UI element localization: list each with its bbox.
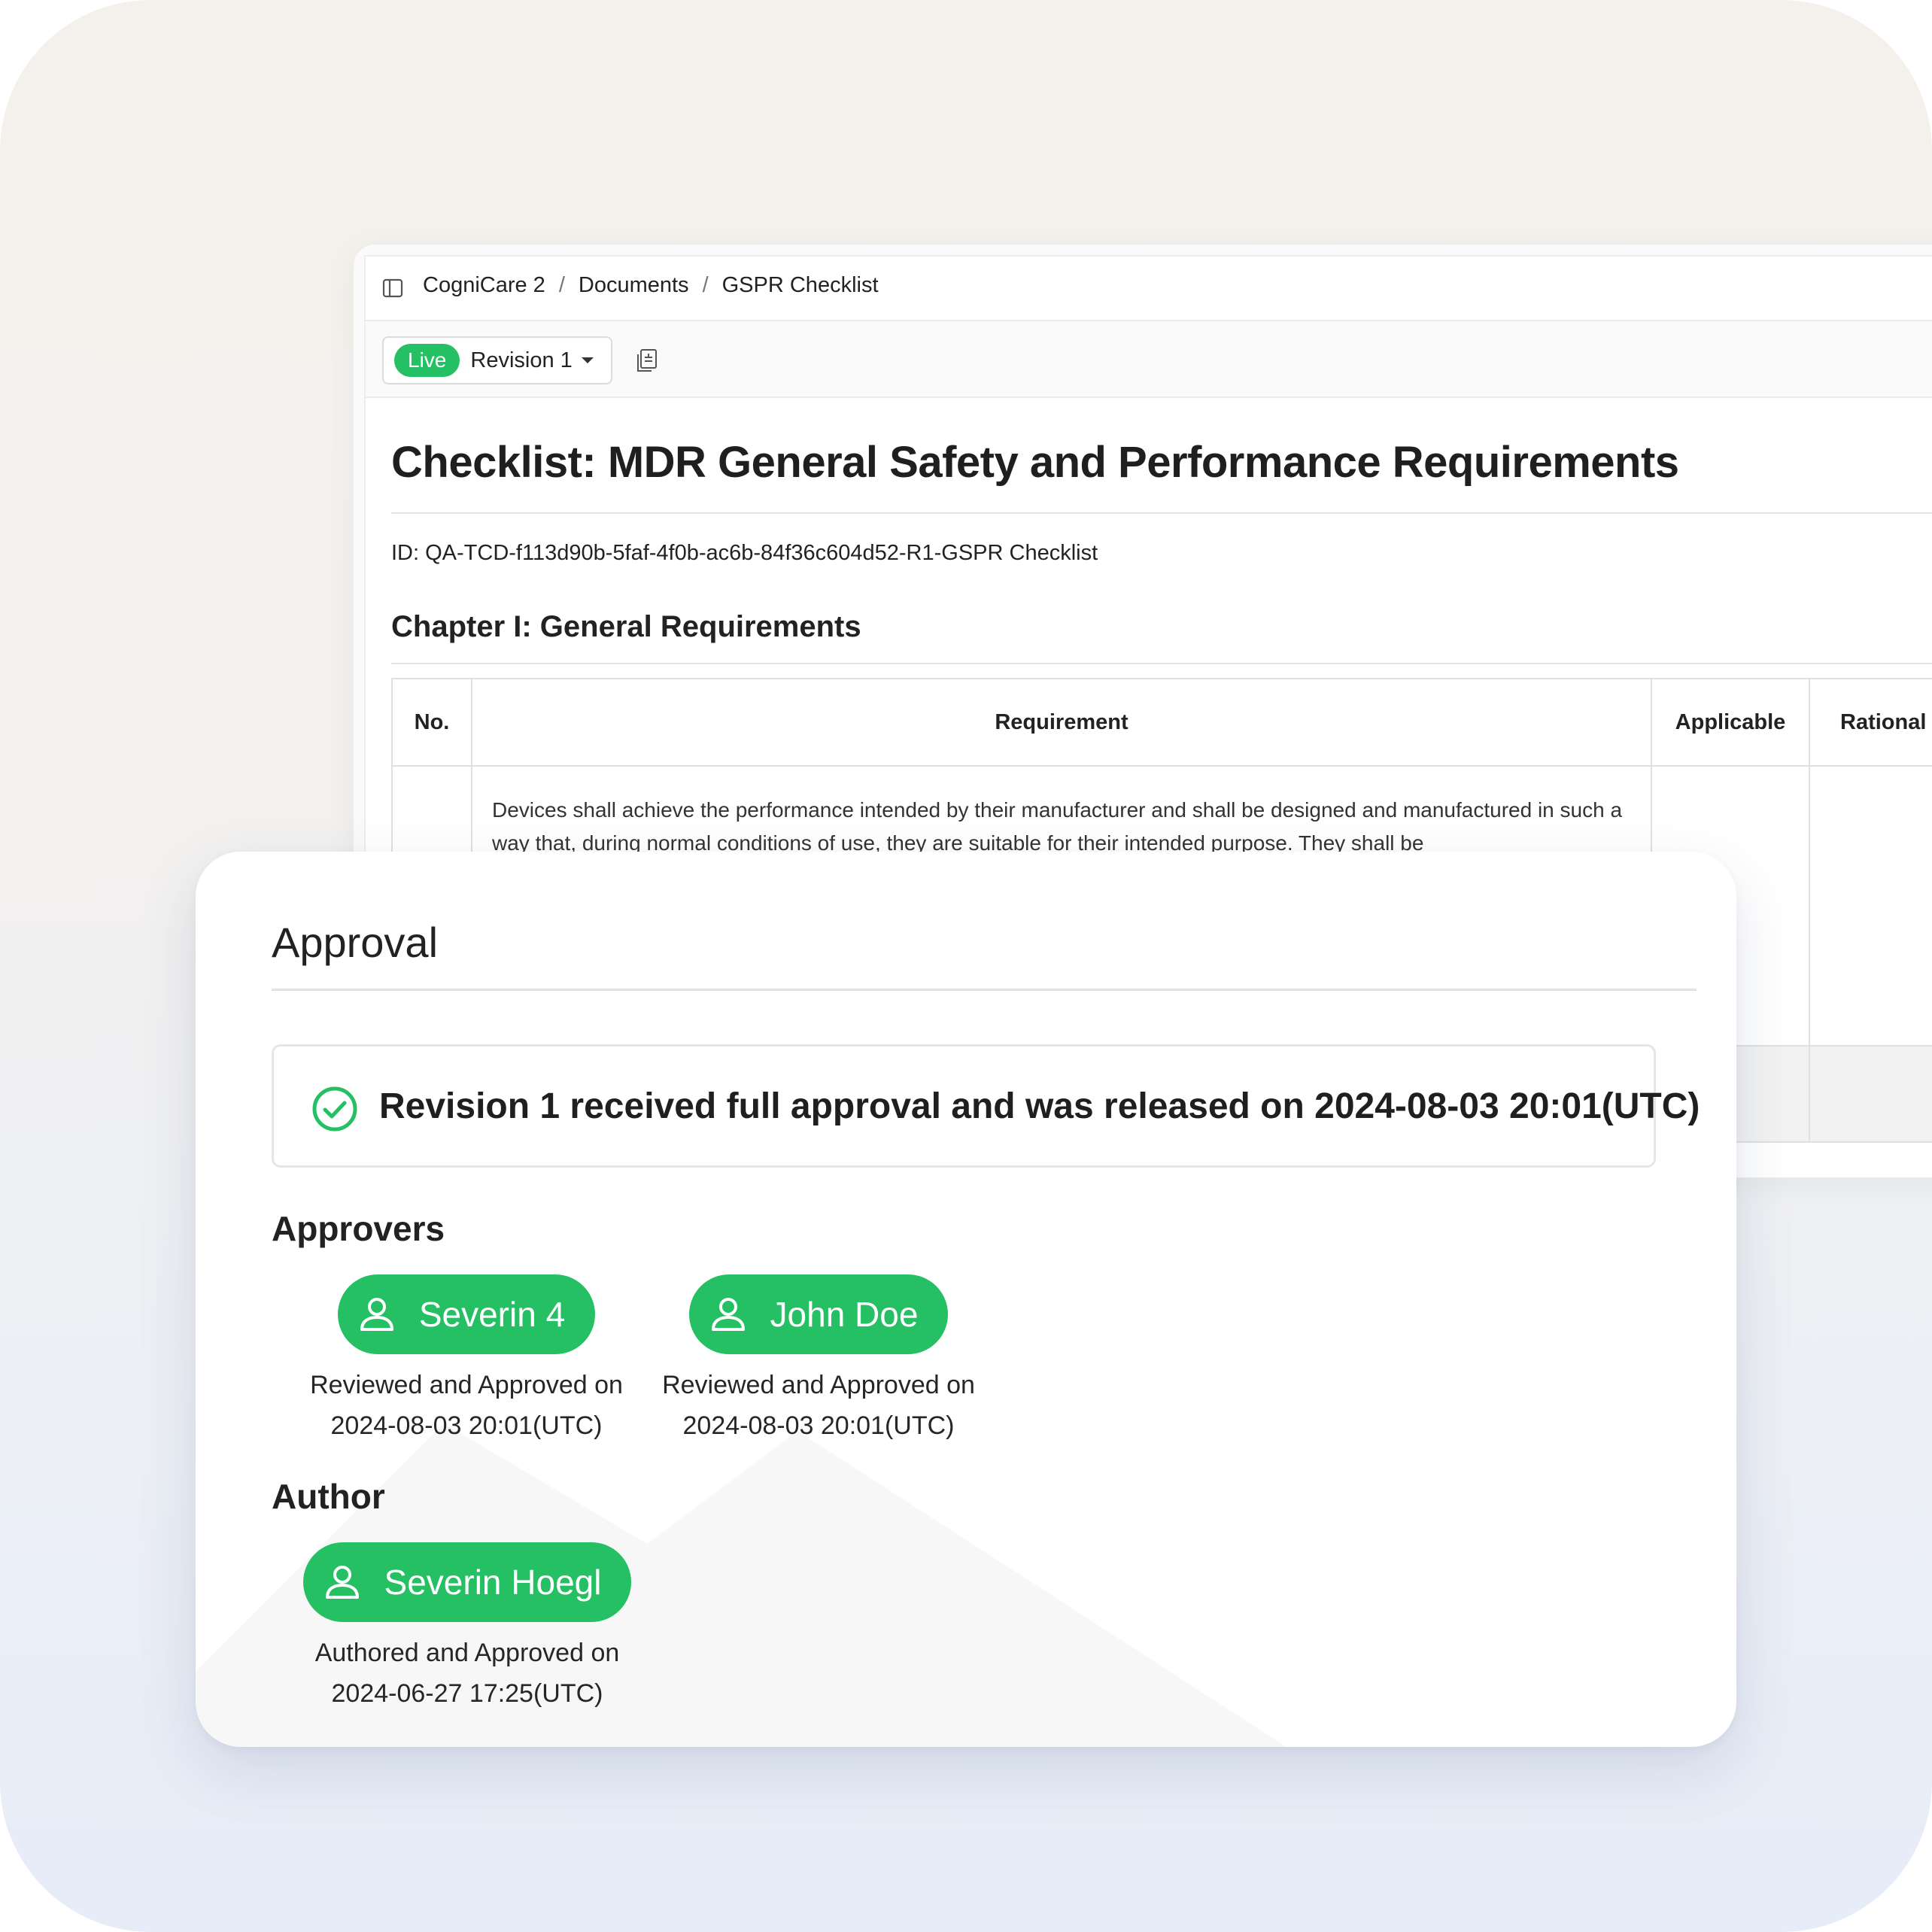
column-header-rational: Rational bbox=[1809, 678, 1932, 767]
approver-chip[interactable]: Severin 4 bbox=[337, 1274, 596, 1354]
author-date: 2024-06-27 17:25(UTC) bbox=[331, 1679, 603, 1708]
copy-document-icon[interactable] bbox=[635, 348, 659, 374]
approvers-heading: Approvers bbox=[272, 1209, 445, 1248]
revision-dropdown[interactable]: Live Revision 1 bbox=[382, 336, 612, 384]
user-icon bbox=[360, 1298, 393, 1331]
release-message: Revision 1 received full approval and wa… bbox=[379, 1086, 1700, 1126]
divider bbox=[391, 663, 1932, 664]
check-circle-icon bbox=[312, 1086, 357, 1132]
document-toolbar: Live Revision 1 bbox=[366, 321, 1932, 398]
breadcrumb-project[interactable]: CogniCare 2 bbox=[423, 273, 545, 298]
approver-entry: John Doe Reviewed and Approved on 2024-0… bbox=[653, 1274, 984, 1446]
column-header-applicable: Applicable bbox=[1651, 678, 1810, 767]
approval-note: Reviewed and Approved on 2024-08-03 20:0… bbox=[301, 1365, 632, 1446]
approval-date: 2024-08-03 20:01(UTC) bbox=[682, 1411, 955, 1440]
document-id: ID: QA-TCD-f113d90b-5faf-4f0b-ac6b-84f36… bbox=[391, 541, 1098, 565]
column-header-requirement: Requirement bbox=[471, 678, 1652, 767]
cell-rational[interactable] bbox=[1809, 765, 1932, 1046]
approval-title: Approval bbox=[272, 919, 439, 966]
approver-chip[interactable]: John Doe bbox=[688, 1274, 949, 1354]
approval-card: Approval Revision 1 received full approv… bbox=[196, 852, 1736, 1747]
chevron-down-icon bbox=[581, 357, 594, 363]
user-icon bbox=[711, 1298, 745, 1331]
author-heading: Author bbox=[272, 1477, 385, 1516]
breadcrumb-bar: CogniCare 2 / Documents / GSPR Checklist bbox=[366, 257, 1932, 321]
author-note: Authored and Approved on 2024-06-27 17:2… bbox=[302, 1633, 633, 1714]
approval-action: Reviewed and Approved on bbox=[662, 1371, 975, 1399]
breadcrumb-current[interactable]: GSPR Checklist bbox=[722, 273, 879, 298]
live-badge: Live bbox=[394, 344, 460, 377]
author-action: Authored and Approved on bbox=[314, 1639, 620, 1667]
breadcrumb-documents[interactable]: Documents bbox=[579, 273, 689, 298]
column-header-no: No. bbox=[391, 678, 472, 767]
approval-action: Reviewed and Approved on bbox=[310, 1371, 623, 1399]
divider bbox=[391, 512, 1932, 514]
author-entry: Severin Hoegl Authored and Approved on 2… bbox=[302, 1542, 633, 1714]
breadcrumb-separator: / bbox=[702, 273, 709, 297]
sidebar-toggle-icon[interactable] bbox=[382, 278, 403, 299]
table-cell bbox=[1809, 1045, 1932, 1143]
approver-name: John Doe bbox=[770, 1295, 919, 1334]
approval-date: 2024-08-03 20:01(UTC) bbox=[330, 1411, 603, 1440]
release-status-banner: Revision 1 received full approval and wa… bbox=[272, 1044, 1700, 1168]
approver-entry: Severin 4 Reviewed and Approved on 2024-… bbox=[301, 1274, 632, 1446]
approval-note: Reviewed and Approved on 2024-08-03 20:0… bbox=[653, 1365, 984, 1446]
breadcrumb-separator: / bbox=[558, 273, 565, 297]
document-title: Checklist: MDR General Safety and Perfor… bbox=[391, 438, 1679, 487]
revision-label: Revision 1 bbox=[470, 348, 573, 372]
user-icon bbox=[325, 1566, 359, 1599]
divider bbox=[272, 989, 1697, 991]
breadcrumb: CogniCare 2 / Documents / GSPR Checklist bbox=[423, 273, 879, 298]
chapter-heading: Chapter I: General Requirements bbox=[391, 610, 861, 643]
app-frame: CogniCare 2 / Documents / GSPR Checklist… bbox=[0, 0, 1932, 1932]
author-chip[interactable]: Severin Hoegl bbox=[302, 1542, 632, 1622]
table-header-row: No. Requirement Applicable Rational bbox=[391, 678, 1932, 767]
author-name: Severin Hoegl bbox=[384, 1563, 602, 1602]
approver-name: Severin 4 bbox=[418, 1295, 566, 1334]
